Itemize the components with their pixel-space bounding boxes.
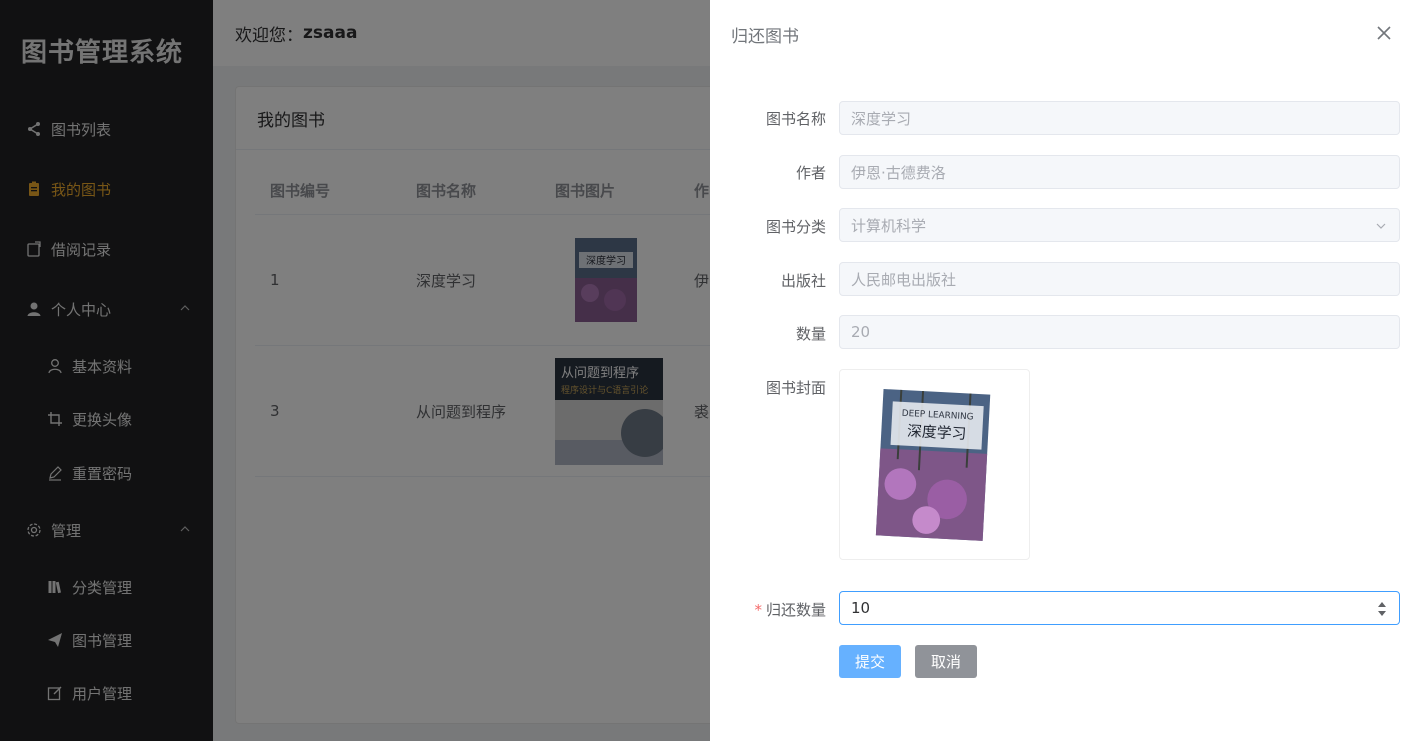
book-name-field[interactable]: 深度学习	[839, 101, 1400, 135]
author-field[interactable]: 伊恩·古德费洛	[839, 155, 1400, 189]
book-cover-image: DEEP LEARNING 深度学习	[839, 369, 1030, 560]
submit-button[interactable]: 提交	[839, 645, 901, 678]
name-label: 图书名称	[765, 110, 826, 128]
chevron-down-icon	[1376, 223, 1386, 229]
book-cover-picture: DEEP LEARNING 深度学习	[875, 389, 991, 541]
required-mark: *	[754, 601, 762, 619]
cancel-button[interactable]: 取消	[915, 645, 977, 678]
return-quantity-label-text: 归还数量	[765, 601, 826, 619]
return-quantity-input[interactable]: 10	[839, 591, 1400, 625]
category-value: 计算机科学	[851, 216, 927, 235]
quantity-field[interactable]: 20	[839, 315, 1400, 349]
cover-chinese-title: 深度学习	[907, 423, 967, 443]
return-quantity-label: * 归还数量	[754, 599, 826, 620]
category-select[interactable]: 计算机科学	[839, 208, 1400, 242]
quantity-label: 数量	[795, 325, 826, 343]
return-book-drawer: 归还图书 图书名称 深度学习 作者 伊恩·古德费洛 图书分类 计算机科学 出版社…	[710, 0, 1421, 741]
publisher-label: 出版社	[780, 272, 826, 290]
drawer-title: 归还图书	[731, 27, 799, 47]
cover-label: 图书封面	[765, 379, 826, 397]
number-stepper-icon[interactable]	[1377, 600, 1387, 618]
category-label: 图书分类	[765, 218, 826, 236]
author-label: 作者	[795, 164, 826, 182]
close-icon[interactable]	[1375, 24, 1393, 42]
publisher-field[interactable]: 人民邮电出版社	[839, 262, 1400, 296]
return-quantity-value: 10	[851, 599, 871, 617]
